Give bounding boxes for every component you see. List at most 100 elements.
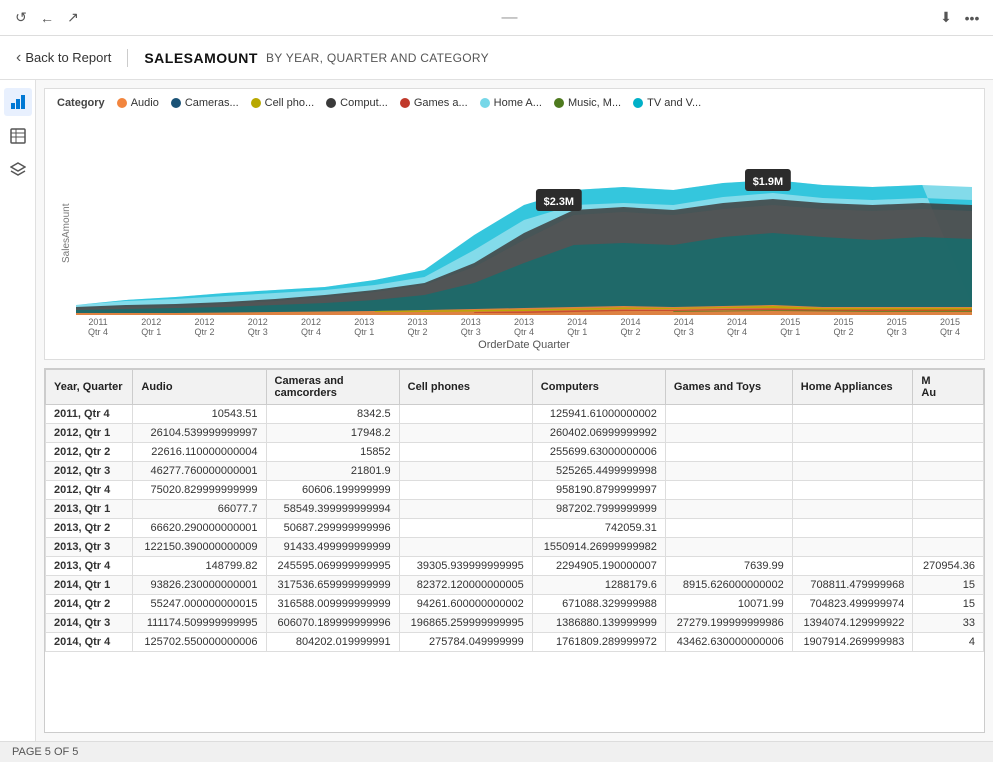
table-cell-value: 317536.659999999999 [266,576,399,595]
table-cell-value: 958190.8799999997 [532,481,665,500]
table-cell-value [792,538,913,557]
table-cell-value: 91433.499999999999 [266,538,399,557]
back-to-report-button[interactable]: ‹ Back to Report [16,49,128,67]
table-cell-value: 1550914.26999999982 [532,538,665,557]
top-bar-left-controls: ↺ ← ↗ [12,9,82,27]
sidebar-icon-chart[interactable] [4,88,32,116]
table-cell-yearquarter: 2013, Qtr 2 [46,519,133,538]
x-axis-labels: 2011Qtr 4 2012Qtr 1 2012Qtr 2 2012Qtr 3 … [76,317,972,337]
table-cell-value [913,405,984,424]
download-icon[interactable]: ⬇ [937,9,955,27]
table-cell-value [792,443,913,462]
table-cell-value [665,481,792,500]
table-cell-yearquarter: 2012, Qtr 4 [46,481,133,500]
legend-item-audio: Audio [117,97,159,109]
table-cell-value: 33 [913,614,984,633]
table-cell-value: 94261.600000000002 [399,595,532,614]
table-cell-value [913,500,984,519]
forward-icon[interactable]: ↗ [64,9,82,27]
table-cell-yearquarter: 2013, Qtr 3 [46,538,133,557]
table-cell-value: 55247.000000000015 [133,595,266,614]
table-cell-value [665,500,792,519]
table-cell-yearquarter: 2014, Qtr 4 [46,633,133,652]
x-label: 2012Qtr 3 [238,317,278,337]
table-cell-value: 66077.7 [133,500,266,519]
table-cell-value: 15852 [266,443,399,462]
table-cell-value: 39305.939999999995 [399,557,532,576]
legend-item-computers: Comput... [326,97,388,109]
table-cell-value: 255699.63000000006 [532,443,665,462]
table-cell-value [792,519,913,538]
chart-container: SalesAmount [57,115,972,351]
table-cell-value: 1907914.269999983 [792,633,913,652]
x-label: 2013Qtr 1 [344,317,384,337]
table-row: 2012, Qtr 346277.76000000000121801.95252… [46,462,984,481]
main-layout: Category Audio Cameras... Cell pho... Co… [0,80,993,741]
legend-text-audio: Audio [131,97,159,109]
table-cell-value: 122150.390000000009 [133,538,266,557]
more-options-icon[interactable]: ••• [963,9,981,27]
table-cell-value: 2294905.190000007 [532,557,665,576]
legend-dot-computers [326,98,336,108]
table-cell-value [792,481,913,500]
sidebar-icon-table[interactable] [4,122,32,150]
col-header-computers: Computers [532,370,665,405]
table-row: 2013, Qtr 266620.29000000000150687.29999… [46,519,984,538]
table-cell-value: 125941.61000000002 [532,405,665,424]
table-cell-value: 316588.009999999999 [266,595,399,614]
table-cell-value: 43462.630000000006 [665,633,792,652]
x-label: 2015Qtr 3 [877,317,917,337]
table-cell-value [913,462,984,481]
table-cell-value: 10071.99 [665,595,792,614]
legend-dot-games [400,98,410,108]
table-cell-yearquarter: 2012, Qtr 3 [46,462,133,481]
table-cell-yearquarter: 2013, Qtr 1 [46,500,133,519]
table-cell-value [399,519,532,538]
table-cell-yearquarter: 2012, Qtr 1 [46,424,133,443]
table-cell-value: 60606.199999999 [266,481,399,500]
chart-area: $2.3M $1.9M 2011Qtr 4 2012Qtr 1 2012Qtr … [76,115,972,351]
y-axis-label: SalesAmount [57,115,76,351]
legend-dot-music [554,98,564,108]
legend-text-games: Games a... [414,97,468,109]
report-subtitle: BY YEAR, QUARTER AND CATEGORY [266,51,489,65]
sidebar [0,80,36,741]
table-row: 2011, Qtr 410543.518342.5125941.61000000… [46,405,984,424]
legend-text-computers: Comput... [340,97,388,109]
chart-svg: $2.3M $1.9M [76,115,972,315]
table-cell-value: 93826.230000000001 [133,576,266,595]
legend-dot-audio [117,98,127,108]
legend-item-home: Home A... [480,97,542,109]
back-icon[interactable]: ← [38,9,56,27]
table-cell-value: 4 [913,633,984,652]
legend-text-cameras: Cameras... [185,97,239,109]
table-cell-value: 1288179.6 [532,576,665,595]
col-header-home: Home Appliances [792,370,913,405]
legend-dot-tv [633,98,643,108]
svg-text:$1.9M: $1.9M [753,176,783,188]
x-label: 2012Qtr 2 [185,317,225,337]
x-label: 2013Qtr 2 [398,317,438,337]
x-label: 2015Qtr 4 [930,317,970,337]
table-cell-yearquarter: 2014, Qtr 1 [46,576,133,595]
table-row: 2013, Qtr 166077.758549.3999999999949872… [46,500,984,519]
refresh-icon[interactable]: ↺ [12,9,30,27]
chart-legend: Category Audio Cameras... Cell pho... Co… [57,97,972,109]
table-cell-value: 260402.06999999992 [532,424,665,443]
col-header-audio: Audio [133,370,266,405]
x-label: 2014Qtr 1 [557,317,597,337]
legend-text-tv: TV and V... [647,97,701,109]
table-cell-value [399,462,532,481]
table-cell-yearquarter: 2014, Qtr 3 [46,614,133,633]
x-label: 2014Qtr 2 [611,317,651,337]
data-table-section[interactable]: Year, Quarter Audio Cameras andcamcorder… [44,368,985,733]
header-nav: ‹ Back to Report SALESAMOUNT BY YEAR, QU… [0,36,993,80]
sidebar-icon-layers[interactable] [4,156,32,184]
table-cell-value: 270954.36 [913,557,984,576]
x-label: 2014Qtr 3 [664,317,704,337]
top-bar-divider: — [502,9,518,27]
x-axis-title: OrderDate Quarter [76,339,972,351]
table-cell-value [399,405,532,424]
table-cell-value: 804202.019999991 [266,633,399,652]
table-cell-value: 1761809.289999972 [532,633,665,652]
